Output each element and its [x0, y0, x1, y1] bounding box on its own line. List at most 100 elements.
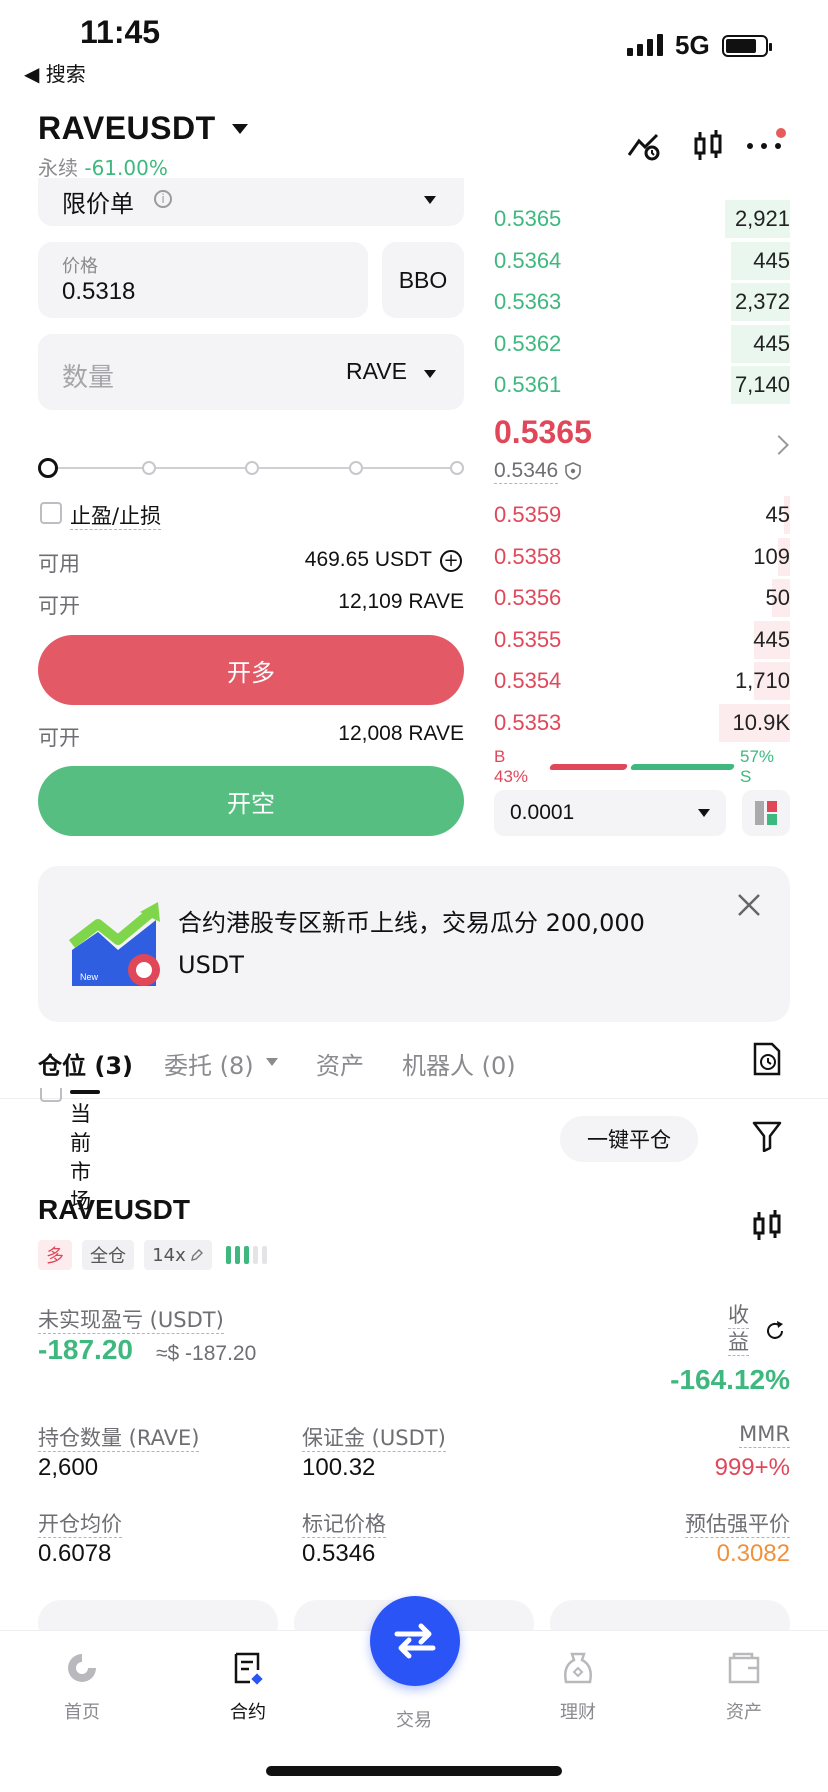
orderbook-layout-button[interactable]: [742, 790, 790, 836]
unrealized-pnl-approx: ≈$ -187.20: [156, 1342, 257, 1365]
precision-dropdown-icon: [698, 809, 710, 817]
leverage-badge[interactable]: 14x: [144, 1240, 212, 1270]
nav-earn[interactable]: 理财: [528, 1650, 628, 1724]
mmr-value: 999+%: [714, 1454, 790, 1481]
price-change: -61.00%: [84, 156, 168, 180]
leverage-value: 14x: [152, 1244, 186, 1266]
roe-value: -164.12%: [670, 1364, 790, 1395]
quantity-unit-dropdown-icon: [424, 370, 436, 378]
chevron-right-icon[interactable]: [769, 435, 789, 455]
bid-row[interactable]: 0.5358 109: [494, 536, 790, 578]
info-icon[interactable]: i: [154, 190, 172, 208]
open-short-button[interactable]: 开空: [38, 766, 464, 836]
ask-row[interactable]: 0.5364 445: [494, 240, 790, 282]
contract-icon: [234, 1652, 263, 1685]
bid-row[interactable]: 0.5355 445: [494, 619, 790, 661]
refresh-icon[interactable]: [764, 1320, 786, 1342]
precision-select[interactable]: 0.0001: [494, 790, 726, 836]
nav-home-label: 首页: [64, 1702, 100, 1723]
trade-fab-button[interactable]: [370, 1596, 460, 1686]
side-badge: 多: [38, 1240, 72, 1270]
entry-price-value: 0.6078: [38, 1540, 112, 1567]
last-price: 0.5365: [494, 414, 592, 450]
ask-qty: 7,140: [734, 372, 790, 397]
signal-icon: [627, 34, 663, 56]
quantity-slider-handle[interactable]: [38, 458, 58, 478]
network-type: 5G: [675, 30, 710, 60]
nav-trade-label: 交易: [396, 1710, 432, 1731]
ask-qty: 445: [753, 247, 790, 273]
symbol-title[interactable]: RAVEUSDT: [38, 110, 216, 147]
current-market-checkbox[interactable]: [40, 1088, 62, 1102]
position-symbol[interactable]: RAVEUSDT: [38, 1194, 190, 1226]
price-label: 价格: [62, 256, 98, 277]
unrealized-pnl-label: 未实现盈亏 (USDT): [38, 1308, 224, 1334]
margin-value: 100.32: [302, 1454, 376, 1481]
price-value[interactable]: 0.5318: [62, 278, 135, 306]
position-mark-price-value: 0.5346: [302, 1540, 376, 1567]
bid-price: 0.5354: [494, 668, 562, 693]
bid-qty: 45: [765, 502, 790, 527]
mmr-label: MMR: [739, 1422, 790, 1448]
bid-row[interactable]: 0.5356 50: [494, 577, 790, 619]
ask-price: 0.5364: [494, 247, 562, 273]
can-open-long-label: 可开: [38, 594, 80, 618]
nav-assets[interactable]: 资产: [694, 1650, 794, 1724]
can-open-long-value: 12,109 RAVE: [338, 590, 464, 613]
slider-step-50[interactable]: [245, 461, 259, 475]
bid-qty: 1,710: [734, 668, 790, 693]
close-icon[interactable]: [734, 890, 764, 920]
quantity-placeholder: 数量: [62, 363, 115, 393]
nav-futures[interactable]: 合约: [198, 1650, 298, 1724]
bid-qty: 109: [753, 543, 790, 569]
contract-type: 永续: [38, 156, 78, 180]
slider-step-75[interactable]: [349, 461, 363, 475]
price-alert-icon[interactable]: [626, 128, 662, 164]
bid-row[interactable]: 0.5353 10.9K: [494, 702, 790, 744]
orders-dropdown-icon[interactable]: [266, 1058, 278, 1066]
home-indicator: [266, 1766, 562, 1776]
sell-ratio-label: 57% S: [740, 747, 775, 786]
tab-assets[interactable]: 资产: [316, 1046, 364, 1081]
symbol-dropdown-icon[interactable]: [232, 124, 248, 134]
tab-positions[interactable]: 仓位 (3): [38, 1046, 133, 1081]
history-icon[interactable]: [752, 1042, 782, 1076]
quantity-unit-select[interactable]: RAVE: [346, 358, 407, 385]
slider-step-25[interactable]: [142, 461, 156, 475]
ask-row[interactable]: 0.5362 445: [494, 323, 790, 365]
position-size-value: 2,600: [38, 1454, 99, 1481]
position-chart-icon[interactable]: [752, 1210, 782, 1242]
nav-trade[interactable]: 交易: [364, 1698, 464, 1732]
filter-icon[interactable]: [752, 1120, 782, 1153]
liq-price-label: 预估强平价: [685, 1512, 790, 1538]
close-all-button[interactable]: 一键平仓: [560, 1116, 698, 1162]
ask-price: 0.5362: [494, 330, 562, 356]
bbo-button[interactable]: BBO: [382, 242, 464, 318]
position-size-label: 持仓数量 (RAVE): [38, 1426, 200, 1452]
slider-step-100[interactable]: [450, 461, 464, 475]
ask-price: 0.5361: [494, 372, 562, 397]
tpsl-label: 止盈/止损: [70, 504, 162, 530]
bid-qty: 50: [765, 585, 790, 610]
ask-price: 0.5363: [494, 289, 562, 314]
notification-dot: [776, 128, 786, 138]
candlestick-chart-icon[interactable]: [690, 128, 726, 164]
ask-row[interactable]: 0.5363 2,372: [494, 281, 790, 323]
tab-orders[interactable]: 委托 (8): [164, 1046, 254, 1081]
bid-price: 0.5358: [494, 543, 562, 569]
add-funds-icon[interactable]: +: [440, 550, 462, 572]
nav-home[interactable]: 首页: [32, 1650, 132, 1724]
bid-row[interactable]: 0.5354 1,710: [494, 660, 790, 702]
open-long-button[interactable]: 开多: [38, 635, 464, 705]
battery-icon: [722, 35, 772, 57]
tab-bots[interactable]: 机器人 (0): [402, 1046, 516, 1081]
bid-qty: 445: [753, 626, 790, 652]
ask-row[interactable]: 0.5361 7,140: [494, 364, 790, 406]
shield-icon: [565, 462, 581, 480]
back-to-search[interactable]: ◀ 搜索: [24, 58, 86, 87]
tpsl-checkbox[interactable]: [40, 502, 62, 524]
bid-row[interactable]: 0.5359 45: [494, 494, 790, 536]
ask-row[interactable]: 0.5365 2,921: [494, 198, 790, 240]
nav-futures-label: 合约: [230, 1702, 266, 1723]
buy-sell-ratio: B 43% 57% S: [494, 747, 790, 786]
